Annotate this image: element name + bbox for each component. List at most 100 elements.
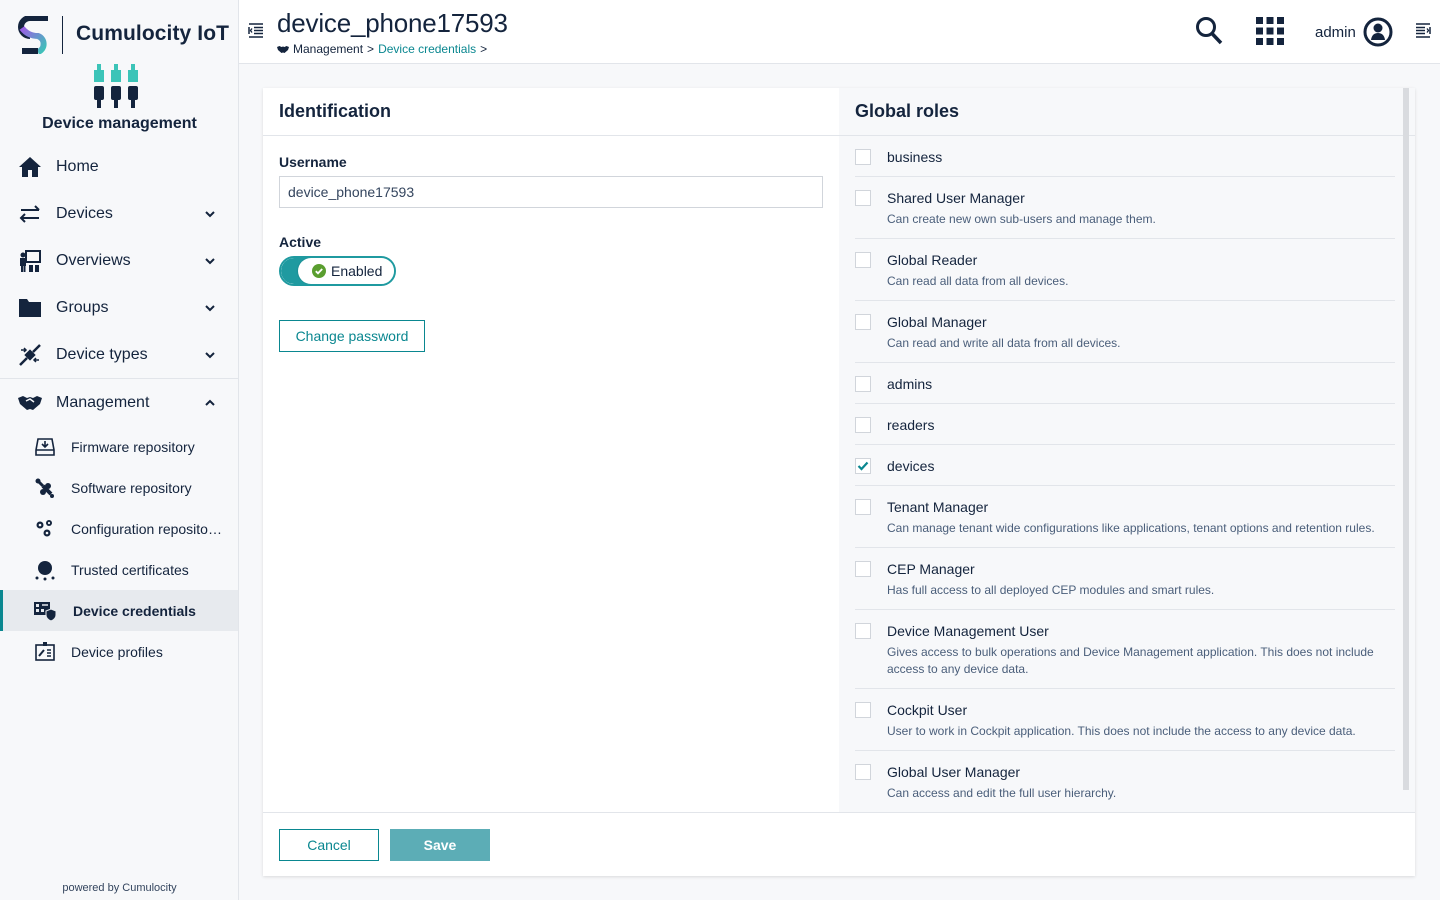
username: admin <box>1315 23 1356 41</box>
role-checkbox[interactable] <box>855 417 871 433</box>
identification-heading: Identification <box>263 88 839 136</box>
role-name: Device Management User <box>887 623 1049 639</box>
role-item: business <box>855 136 1395 177</box>
role-checkbox[interactable] <box>855 499 871 515</box>
role-checkbox[interactable] <box>855 702 871 718</box>
sidebar-item-device-credentials[interactable]: Device credentials <box>0 590 238 631</box>
role-description: Gives access to bulk operations and Devi… <box>887 645 1374 676</box>
form-footer: Cancel Save <box>263 812 1415 876</box>
roles-scrollbar[interactable] <box>1403 88 1409 790</box>
cancel-button[interactable]: Cancel <box>279 829 379 861</box>
sidebar-item-label: Firmware repository <box>71 438 195 455</box>
role-name: Global Manager <box>887 314 987 330</box>
plug-icon <box>18 343 42 367</box>
role-name: Cockpit User <box>887 702 968 718</box>
global-roles-section: Global roles business Shared User Manager… <box>839 88 1415 812</box>
breadcrumb-device-credentials[interactable]: Device credentials <box>378 42 476 56</box>
role-checkbox[interactable] <box>855 149 871 165</box>
toggle-state-label: Enabled <box>331 263 383 279</box>
role-checkbox[interactable] <box>855 458 871 474</box>
sidebar-item-label: Home <box>56 157 99 175</box>
brand-name: Cumulocity IoT <box>76 22 230 45</box>
folder-icon <box>18 296 42 320</box>
role-checkbox[interactable] <box>855 252 871 268</box>
sidebar-item-device-types[interactable]: Device types <box>0 331 238 378</box>
collapse-sidebar-icon[interactable] <box>248 22 264 38</box>
sidebar-item-label: Overviews <box>56 251 131 269</box>
right-drawer-toggle-icon[interactable] <box>1415 22 1431 38</box>
cumulocity-logo-icon <box>18 16 48 54</box>
active-label: Active <box>279 234 322 250</box>
sidebar-item-label: Groups <box>56 298 109 316</box>
sidebar-item-label: Management <box>56 393 150 411</box>
sidebar-item-device-profiles[interactable]: Device profiles <box>0 631 238 672</box>
sidebar-item-firmware-repository[interactable]: Firmware repository <box>0 426 238 467</box>
role-item: Tenant Manager Can manage tenant wide con… <box>855 486 1395 548</box>
role-name: Global Reader <box>887 252 978 268</box>
sidebar-item-trusted-certificates[interactable]: Trusted certificates <box>0 549 238 590</box>
role-name: Global User Manager <box>887 764 1021 780</box>
breadcrumb-management: Management <box>293 42 364 56</box>
role-description: User to work in Cockpit application. Thi… <box>887 724 1356 738</box>
app-switcher-icon[interactable] <box>1256 17 1284 45</box>
user-menu[interactable]: admin <box>1315 16 1393 48</box>
role-name: CEP Manager <box>887 561 975 577</box>
save-button[interactable]: Save <box>390 829 490 861</box>
breadcrumb: Management > Device credentials > <box>277 42 487 56</box>
sidebar-item-home[interactable]: Home <box>0 143 238 190</box>
sidebar-item-management[interactable]: Management <box>0 379 238 426</box>
sidebar-item-software-repository[interactable]: Software repository <box>0 467 238 508</box>
username-input[interactable] <box>279 176 823 208</box>
chevron-down-icon <box>205 210 215 217</box>
role-checkbox[interactable] <box>855 190 871 206</box>
search-icon[interactable] <box>1195 16 1223 46</box>
role-checkbox[interactable] <box>855 314 871 330</box>
sidebar-item-groups[interactable]: Groups <box>0 284 238 331</box>
header: device_phone17593 Management > Device cr… <box>239 0 1440 64</box>
role-checkbox[interactable] <box>855 764 871 780</box>
sidebar-item-devices[interactable]: Devices <box>0 190 238 237</box>
chevron-down-icon <box>205 257 215 264</box>
role-description: Can create new own sub-users and manage … <box>887 212 1156 226</box>
handshake-icon <box>277 45 289 53</box>
powered-by: powered by Cumulocity <box>62 882 177 894</box>
sidebar-nav: Home Devices Overviews Groups Device typ… <box>0 143 238 672</box>
app-name: Device management <box>42 115 197 132</box>
username-label: Username <box>279 154 347 170</box>
sidebar-item-configuration-repository[interactable]: Configuration reposito… <box>0 508 238 549</box>
change-password-button[interactable]: Change password <box>279 320 425 352</box>
role-checkbox[interactable] <box>855 623 871 639</box>
breadcrumb-separator: > <box>480 42 488 56</box>
config-gears-icon <box>34 518 56 540</box>
active-toggle[interactable]: Enabled <box>279 256 396 286</box>
role-checkbox[interactable] <box>855 561 871 577</box>
role-item: Device Management User Gives access to bu… <box>855 610 1395 689</box>
global-roles-heading: Global roles <box>839 88 1415 136</box>
user-avatar-icon <box>1363 17 1393 47</box>
sidebar-item-label: Device credentials <box>73 602 196 619</box>
identification-section: Identification Username Active Enabled C… <box>263 88 839 812</box>
role-name: devices <box>887 458 935 474</box>
toggle-knob: Enabled <box>298 258 394 284</box>
device-credentials-icon <box>34 600 56 622</box>
role-description: Has full access to all deployed CEP modu… <box>887 583 1215 597</box>
role-item: Shared User Manager Can create new own su… <box>855 177 1395 239</box>
presentation-icon <box>18 249 42 273</box>
role-name: Tenant Manager <box>887 499 989 515</box>
role-checkbox[interactable] <box>855 376 871 392</box>
certificate-icon <box>34 559 56 581</box>
role-description: Can manage tenant wide configurations li… <box>887 521 1375 535</box>
role-description: Can access and edit the full user hierar… <box>887 786 1117 800</box>
sidebar-item-label: Devices <box>56 204 113 222</box>
chevron-down-icon <box>205 304 215 311</box>
software-icon <box>34 477 56 499</box>
chevron-down-icon <box>205 351 215 358</box>
role-item: Cockpit User User to work in Cockpit appl… <box>855 689 1395 751</box>
role-item: devices <box>855 445 1395 486</box>
chevron-up-icon <box>205 399 215 406</box>
role-item: Global Manager Can read and write all dat… <box>855 301 1395 363</box>
sidebar-item-overviews[interactable]: Overviews <box>0 237 238 284</box>
role-name: admins <box>887 376 933 392</box>
page-title: device_phone17593 <box>277 8 508 38</box>
firmware-icon <box>34 436 56 458</box>
